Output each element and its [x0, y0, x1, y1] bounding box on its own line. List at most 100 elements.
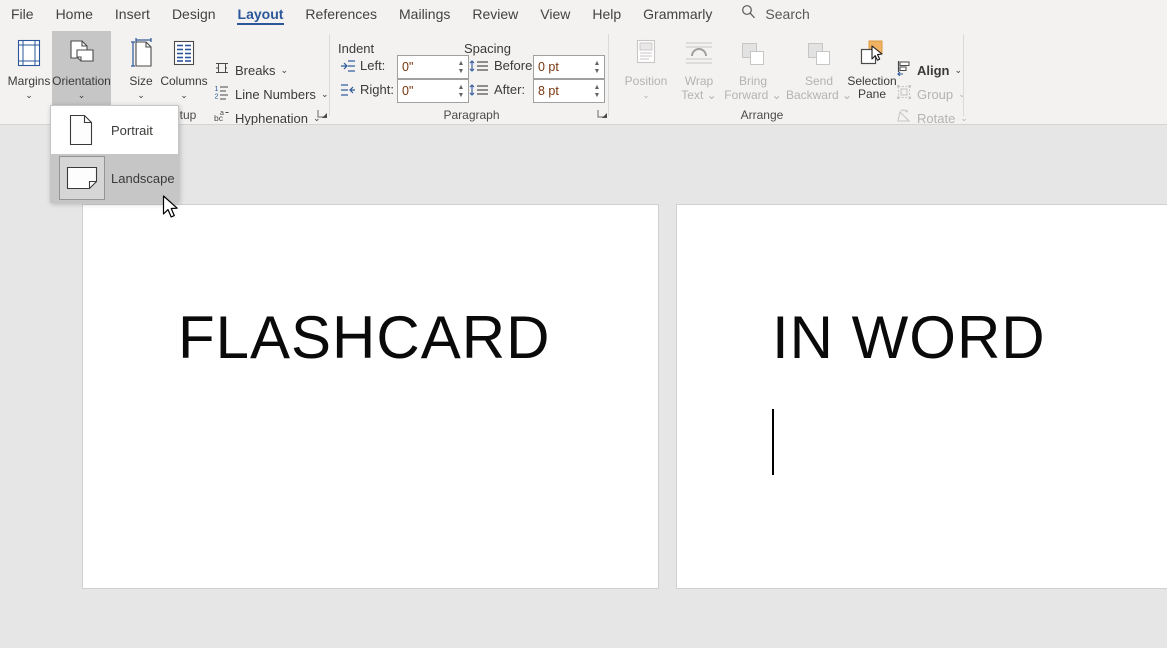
- chevron-down-icon: ⌄: [954, 64, 963, 75]
- chevron-down-icon: ⌄: [77, 90, 86, 100]
- tab-design[interactable]: Design: [161, 0, 227, 28]
- group-separator: [963, 34, 964, 116]
- svg-text:2: 2: [215, 93, 219, 100]
- breaks-button[interactable]: Breaks ⌄: [214, 58, 288, 82]
- tab-grammarly[interactable]: Grammarly: [632, 0, 723, 28]
- document-canvas[interactable]: FLASHCARD IN WORD: [0, 125, 1167, 648]
- arrange-group-label: Arrange: [740, 108, 784, 122]
- search-placeholder: Search: [765, 6, 810, 22]
- page-2-heading: IN WORD: [772, 304, 1046, 371]
- chevron-down-icon: ⌄: [958, 88, 966, 99]
- text-cursor-caret: [772, 409, 774, 475]
- tab-home[interactable]: Home: [45, 0, 104, 28]
- chevron-down-icon: ⌄: [706, 88, 717, 102]
- send-backward-icon: [803, 35, 835, 69]
- indent-right-icon: [340, 83, 356, 102]
- menu-item-landscape[interactable]: Landscape: [51, 154, 178, 202]
- spacing-before-label: Before:: [494, 58, 536, 73]
- chevron-down-icon: ⌄: [180, 90, 188, 100]
- indent-right-spinner[interactable]: ▲ ▼: [454, 81, 468, 101]
- indent-left-icon: [340, 59, 356, 78]
- chevron-down-icon: ⌄: [280, 64, 289, 75]
- columns-icon: [168, 35, 200, 69]
- spacing-before-input[interactable]: [538, 60, 590, 74]
- spacing-after-label: After:: [494, 82, 526, 97]
- spacing-after-icon: [468, 83, 490, 102]
- spacing-after-field[interactable]: ▲▼: [533, 79, 605, 103]
- indent-right-field[interactable]: ▲▼: [397, 79, 469, 103]
- chevron-down-icon: ⌄: [137, 90, 145, 100]
- columns-label: Columns: [160, 74, 208, 88]
- selection-pane-icon: [855, 35, 889, 69]
- group-separator: [608, 34, 609, 116]
- chevron-down-icon: ⌄: [771, 88, 782, 102]
- menu-item-portrait[interactable]: Portrait: [51, 106, 178, 154]
- size-icon: [125, 35, 157, 69]
- indent-left-input[interactable]: [402, 60, 454, 74]
- page-setup-dialog-launcher[interactable]: [316, 108, 329, 121]
- line-numbers-button[interactable]: 1 2 Line Numbers ⌄: [214, 82, 329, 106]
- tab-layout[interactable]: Layout: [227, 0, 295, 28]
- indent-heading: Indent: [338, 41, 375, 56]
- document-page-1[interactable]: FLASHCARD: [82, 204, 659, 589]
- spacing-before-spinner[interactable]: ▲ ▼: [590, 57, 604, 77]
- tab-help[interactable]: Help: [581, 0, 632, 28]
- document-page-2[interactable]: IN WORD: [676, 204, 1167, 589]
- group-label: Group: [917, 86, 954, 102]
- breaks-icon: [214, 60, 230, 81]
- spacing-after-input[interactable]: [538, 84, 590, 98]
- selection-pane-label-line2: Pane: [857, 87, 887, 101]
- spacing-heading: Spacing: [464, 41, 511, 56]
- spacing-after-spinner[interactable]: ▲ ▼: [590, 81, 604, 101]
- wrap-text-button[interactable]: Wrap Text ⌄: [670, 31, 728, 117]
- margins-label: Margins: [7, 74, 51, 88]
- chevron-down-icon: ⌄: [642, 90, 650, 100]
- position-button[interactable]: Position ⌄: [617, 31, 675, 117]
- wrap-text-icon: [683, 35, 715, 69]
- tab-review[interactable]: Review: [461, 0, 529, 28]
- bring-forward-icon: [737, 35, 769, 69]
- indent-left-label: Left:: [360, 58, 386, 73]
- ribbon-group-paragraph: Indent Spacing Left: ▲▼: [334, 28, 609, 124]
- bring-forward-button[interactable]: Bring Forward ⌄: [722, 31, 784, 117]
- portrait-page-icon: [57, 113, 105, 147]
- group-button[interactable]: Group ⌄: [896, 82, 966, 106]
- orientation-icon: [65, 35, 99, 69]
- indent-left-field[interactable]: ▲▼: [397, 55, 469, 79]
- tab-insert[interactable]: Insert: [104, 0, 161, 28]
- align-button[interactable]: Align ⌄: [896, 58, 962, 82]
- search-box[interactable]: Search: [741, 0, 810, 28]
- position-icon: [631, 35, 661, 69]
- orientation-label: Orientation: [52, 74, 111, 88]
- tab-references[interactable]: References: [294, 0, 388, 28]
- indent-right-input[interactable]: [402, 84, 454, 98]
- spacing-before-field[interactable]: ▲▼: [533, 55, 605, 79]
- indent-left-spinner[interactable]: ▲ ▼: [454, 57, 468, 77]
- ribbon-group-arrange: Position ⌄ Wrap Text ⌄ Bring Forward ⌄ S…: [612, 28, 968, 126]
- margins-icon: [13, 35, 45, 69]
- rotate-label: Rotate: [917, 110, 956, 126]
- chevron-down-icon: ⌄: [25, 90, 33, 100]
- paragraph-group-label: Paragraph: [443, 108, 500, 122]
- orientation-dropdown-menu: Portrait Landscape: [50, 105, 179, 203]
- tab-file[interactable]: File: [0, 0, 45, 28]
- indent-right-label: Right:: [360, 82, 394, 97]
- align-label: Align: [917, 62, 950, 78]
- line-numbers-label: Line Numbers: [235, 86, 316, 102]
- tab-view[interactable]: View: [529, 0, 581, 28]
- size-label: Size: [129, 74, 153, 88]
- menu-item-portrait-label: Portrait: [111, 122, 153, 138]
- ribbon-tab-bar: File Home Insert Design Layout Reference…: [0, 0, 1167, 28]
- selection-pane-button[interactable]: Selection Pane: [840, 31, 904, 117]
- bring-forward-label-line2: Forward ⌄: [724, 88, 782, 102]
- search-icon: [741, 4, 756, 24]
- chevron-down-icon: ⌄: [960, 112, 968, 123]
- chevron-down-icon: ⌄: [320, 88, 329, 99]
- position-label: Position: [624, 74, 668, 88]
- page-1-heading: FLASHCARD: [178, 304, 551, 371]
- menu-item-landscape-label: Landscape: [111, 170, 175, 186]
- svg-text:1: 1: [215, 86, 219, 93]
- send-backward-label-line1: Send: [804, 74, 834, 88]
- wrap-text-label-line1: Wrap: [684, 74, 714, 88]
- tab-mailings[interactable]: Mailings: [388, 0, 461, 28]
